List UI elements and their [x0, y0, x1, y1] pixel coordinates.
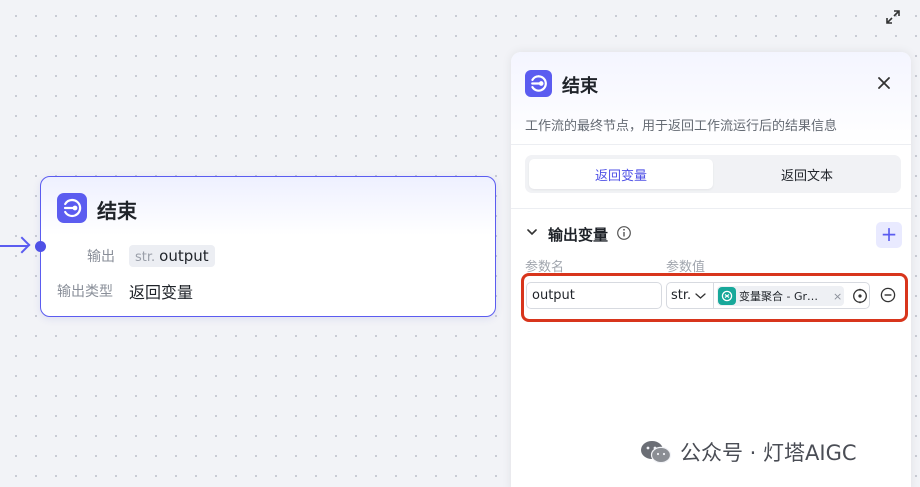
output-type: str.: [135, 250, 156, 265]
close-icon[interactable]: [877, 76, 891, 90]
info-icon[interactable]: [616, 225, 632, 241]
node-output-kind-value: 返回变量: [129, 283, 194, 302]
node-output-kind-label: 输出类型: [57, 284, 113, 300]
node-output-row: 输出 str. output: [87, 245, 215, 267]
end-node-icon: [57, 193, 87, 223]
reference-remove[interactable]: ×: [833, 290, 842, 303]
param-value-reference[interactable]: 变量聚合 - Gr… ×: [713, 282, 870, 309]
param-type-select[interactable]: str.: [666, 282, 714, 309]
panel-title: 结束: [562, 76, 598, 97]
chevron-down-icon: [695, 292, 706, 299]
divider: [511, 144, 911, 145]
watermark-text: 公众号 · 灯塔AIGC: [680, 441, 857, 465]
end-node-icon: [525, 70, 552, 97]
node-output-kind-row: 输出类型 返回变量: [57, 279, 193, 303]
tab-return-variable[interactable]: 返回变量: [529, 159, 713, 189]
chevron-down-icon[interactable]: [527, 227, 537, 237]
tab-return-text[interactable]: 返回文本: [717, 159, 897, 189]
add-icon[interactable]: +: [876, 222, 902, 248]
param-type-value: str.: [671, 288, 692, 303]
output-var: output: [159, 247, 209, 265]
watermark: 公众号 · 灯塔AIGC: [640, 437, 857, 467]
output-mode-tabs: 返回变量 返回文本: [525, 155, 901, 193]
section-title: 输出变量: [548, 226, 609, 244]
output-variable-tag: str. output: [129, 245, 215, 267]
reference-chip[interactable]: 变量聚合 - Gr… ×: [717, 286, 844, 306]
node-config-panel: 结束 工作流的最终节点，用于返回工作流运行后的结果信息 返回变量 返回文本 输出…: [511, 52, 911, 487]
param-name-input[interactable]: [526, 282, 662, 309]
minus-circle-icon[interactable]: [880, 287, 896, 303]
variable-aggregate-icon: [718, 287, 736, 305]
reference-label: 变量聚合 - Gr…: [739, 290, 819, 303]
node-input-port[interactable]: [35, 241, 46, 252]
panel-description: 工作流的最终节点，用于返回工作流运行后的结果信息: [525, 119, 838, 134]
wechat-icon: [641, 441, 672, 464]
node-title: 结束: [97, 199, 137, 223]
end-node-card[interactable]: 结束 输出 str. output 输出类型 返回变量: [40, 176, 496, 317]
edge-arrow: [13, 236, 31, 254]
expand-icon[interactable]: [884, 8, 902, 26]
divider: [511, 208, 911, 209]
target-icon[interactable]: [852, 288, 868, 304]
node-output-label: 输出: [87, 249, 115, 265]
